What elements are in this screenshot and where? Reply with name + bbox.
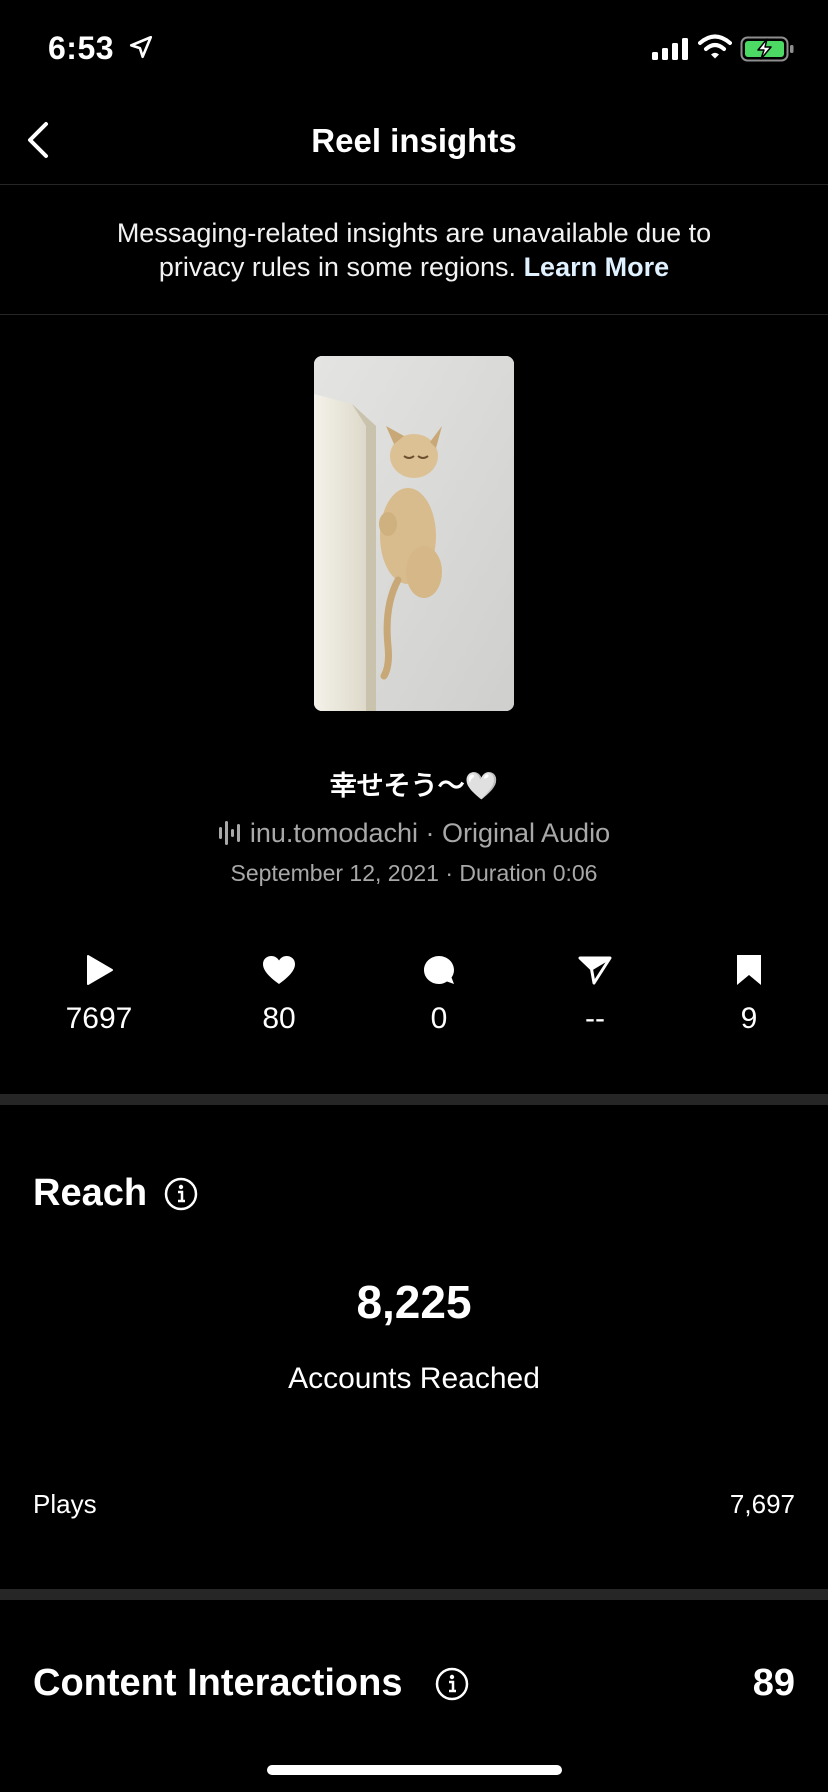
- learn-more-link[interactable]: Learn More: [524, 252, 670, 282]
- share-icon: [535, 950, 655, 990]
- reel-audio[interactable]: inu.tomodachi · Original Audio: [0, 818, 828, 852]
- reach-info-icon[interactable]: [164, 1177, 198, 1216]
- stat-plays-value: 7697: [65, 1002, 133, 1035]
- stat-plays: 7697: [39, 950, 159, 1036]
- stat-likes-value: 80: [262, 1002, 296, 1035]
- battery-charging-icon: [740, 36, 796, 67]
- accounts-reached-value: 8,225: [356, 1276, 472, 1328]
- plays-label: Plays: [33, 1489, 97, 1519]
- privacy-notice: Messaging-related insights are unavailab…: [0, 186, 828, 315]
- stat-likes: 80: [219, 950, 339, 1036]
- accounts-reached-label: Accounts Reached: [288, 1362, 540, 1395]
- play-icon: [39, 950, 159, 990]
- reel-date-duration: September 12, 2021 · Duration 0:06: [230, 860, 598, 886]
- heart-icon: [219, 950, 339, 990]
- stat-shares-value: --: [585, 1002, 605, 1035]
- section-divider: [0, 1589, 828, 1600]
- wifi-icon: [698, 34, 732, 65]
- status-time: 6:53: [48, 30, 115, 66]
- location-arrow-icon: [128, 34, 154, 65]
- reel-audio-label: inu.tomodachi · Original Audio: [249, 818, 611, 848]
- home-indicator[interactable]: [267, 1765, 562, 1775]
- content-interactions-title: Content Interactions: [33, 1662, 403, 1704]
- bookmark-icon: [689, 950, 809, 990]
- content-interactions-value: 89: [752, 1662, 795, 1704]
- plays-value: 7,697: [729, 1489, 795, 1519]
- audio-waveform-icon: [218, 821, 244, 852]
- screen: 6:53 Reel insights Messaging-related ins…: [0, 0, 828, 1792]
- section-divider: [0, 1094, 828, 1105]
- engagement-stats: 7697 80 0 -- 9: [0, 950, 828, 1040]
- reel-thumbnail-image: [314, 356, 514, 711]
- stat-saves: 9: [689, 950, 809, 1036]
- stat-saves-value: 9: [740, 1002, 758, 1035]
- comment-icon: [379, 950, 499, 990]
- stat-comments: 0: [379, 950, 499, 1036]
- content-interactions-info-icon[interactable]: [435, 1667, 469, 1706]
- reach-title: Reach: [33, 1172, 148, 1214]
- page-title: Reel insights: [311, 122, 517, 159]
- stat-shares: --: [535, 950, 655, 1036]
- reel-caption: 幸せそう〜🤍: [329, 771, 499, 801]
- reel-thumbnail[interactable]: [314, 356, 514, 711]
- cellular-signal-icon: [652, 38, 690, 65]
- status-bar: 6:53: [0, 0, 828, 100]
- header-bar: Reel insights: [0, 100, 828, 185]
- stat-comments-value: 0: [430, 1002, 448, 1035]
